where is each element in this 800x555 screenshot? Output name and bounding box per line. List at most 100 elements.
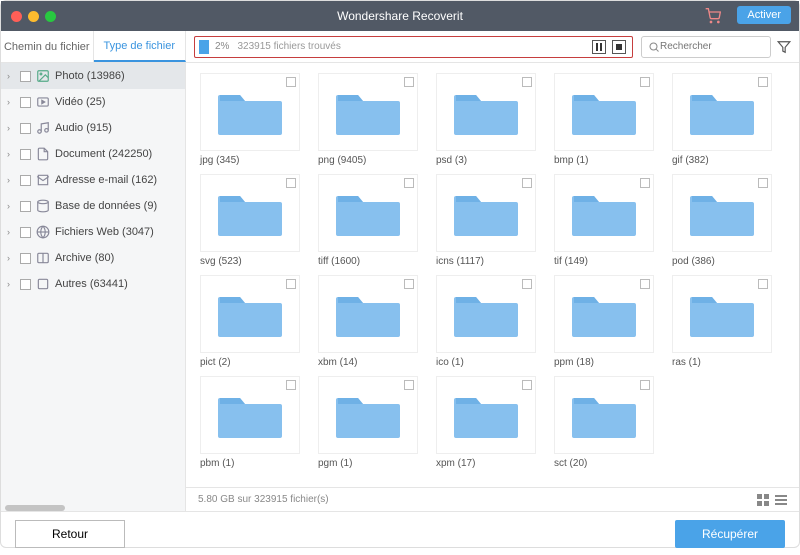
checkbox[interactable] xyxy=(758,178,768,188)
checkbox[interactable] xyxy=(286,279,296,289)
checkbox[interactable] xyxy=(286,380,296,390)
checkbox[interactable] xyxy=(20,175,31,186)
files-found-label: 323915 fichiers trouvés xyxy=(237,41,340,52)
folder-item[interactable]: sct (20) xyxy=(554,376,654,469)
sidebar-item-label: Photo (13986) xyxy=(55,70,125,82)
activate-button[interactable]: Activer xyxy=(737,6,791,24)
sidebar-item[interactable]: ›Adresse e-mail (162) xyxy=(1,167,185,193)
search-box[interactable] xyxy=(641,36,771,58)
checkbox[interactable] xyxy=(640,380,650,390)
checkbox[interactable] xyxy=(404,279,414,289)
folder-icon xyxy=(570,87,638,137)
folder-item[interactable]: pbm (1) xyxy=(200,376,300,469)
checkbox[interactable] xyxy=(640,77,650,87)
checkbox[interactable] xyxy=(286,77,296,87)
tab-file-path[interactable]: Chemin du fichier xyxy=(1,31,94,62)
checkbox[interactable] xyxy=(640,178,650,188)
folder-item[interactable]: xpm (17) xyxy=(436,376,536,469)
folder-label: tif (149) xyxy=(554,256,654,267)
back-button[interactable]: Retour xyxy=(15,520,125,548)
search-input[interactable] xyxy=(660,41,764,52)
folder-icon xyxy=(570,390,638,440)
sidebar-item[interactable]: ›Autres (63441) xyxy=(1,271,185,297)
checkbox[interactable] xyxy=(20,71,31,82)
folder-item[interactable]: tif (149) xyxy=(554,174,654,267)
folder-item[interactable]: icns (1117) xyxy=(436,174,536,267)
minimize-window-button[interactable] xyxy=(28,11,39,22)
folder-item[interactable]: pgm (1) xyxy=(318,376,418,469)
folder-label: icns (1117) xyxy=(436,256,536,267)
checkbox[interactable] xyxy=(20,123,31,134)
folder-thumbnail xyxy=(672,174,772,252)
checkbox[interactable] xyxy=(20,201,31,212)
tab-file-type[interactable]: Type de fichier xyxy=(94,31,187,62)
checkbox[interactable] xyxy=(404,380,414,390)
grid-view-icon[interactable] xyxy=(757,494,769,506)
sidebar-scrollbar[interactable] xyxy=(5,505,65,511)
stop-button[interactable] xyxy=(612,40,626,54)
checkbox[interactable] xyxy=(20,97,31,108)
folder-item[interactable]: jpg (345) xyxy=(200,73,300,166)
progress-percent: 2% xyxy=(215,41,229,52)
folder-item[interactable]: gif (382) xyxy=(672,73,772,166)
folder-item[interactable]: pod (386) xyxy=(672,174,772,267)
checkbox[interactable] xyxy=(640,279,650,289)
checkbox[interactable] xyxy=(404,178,414,188)
checkbox[interactable] xyxy=(404,77,414,87)
folder-icon xyxy=(452,289,520,339)
folder-item[interactable]: bmp (1) xyxy=(554,73,654,166)
sidebar-item[interactable]: ›Base de données (9) xyxy=(1,193,185,219)
sidebar-item[interactable]: ›Document (242250) xyxy=(1,141,185,167)
window-controls xyxy=(11,11,56,22)
folder-item[interactable]: png (9405) xyxy=(318,73,418,166)
chevron-right-icon: › xyxy=(7,123,15,133)
checkbox[interactable] xyxy=(522,77,532,87)
folder-thumbnail xyxy=(200,73,300,151)
checkbox[interactable] xyxy=(758,77,768,87)
sidebar-item[interactable]: › Photo (13986) xyxy=(1,63,185,89)
folder-thumbnail xyxy=(672,73,772,151)
filter-icon[interactable] xyxy=(777,40,791,54)
folder-item[interactable]: xbm (14) xyxy=(318,275,418,368)
list-view-icon[interactable] xyxy=(775,494,787,506)
checkbox[interactable] xyxy=(20,149,31,160)
sidebar-item-label: Document (242250) xyxy=(55,148,152,160)
maximize-window-button[interactable] xyxy=(45,11,56,22)
checkbox[interactable] xyxy=(286,178,296,188)
checkbox[interactable] xyxy=(20,227,31,238)
checkbox[interactable] xyxy=(522,380,532,390)
sidebar-item[interactable]: ›Vidéo (25) xyxy=(1,89,185,115)
folder-label: svg (523) xyxy=(200,256,300,267)
folder-thumbnail xyxy=(554,73,654,151)
checkbox[interactable] xyxy=(20,253,31,264)
folder-label: sct (20) xyxy=(554,458,654,469)
checkbox[interactable] xyxy=(758,279,768,289)
folder-icon xyxy=(216,289,284,339)
folder-item[interactable]: svg (523) xyxy=(200,174,300,267)
pause-button[interactable] xyxy=(592,40,606,54)
folder-icon xyxy=(334,289,402,339)
sidebar-item[interactable]: ›Audio (915) xyxy=(1,115,185,141)
folder-label: ico (1) xyxy=(436,357,536,368)
folder-label: pict (2) xyxy=(200,357,300,368)
folder-item[interactable]: ppm (18) xyxy=(554,275,654,368)
folder-item[interactable]: pict (2) xyxy=(200,275,300,368)
checkbox[interactable] xyxy=(20,279,31,290)
sidebar-item[interactable]: ›Archive (80) xyxy=(1,245,185,271)
cart-icon[interactable] xyxy=(705,8,721,24)
folder-thumbnail xyxy=(436,174,536,252)
sidebar-item[interactable]: ›Fichiers Web (3047) xyxy=(1,219,185,245)
chevron-right-icon: › xyxy=(7,97,15,107)
folder-label: bmp (1) xyxy=(554,155,654,166)
folder-item[interactable]: tiff (1600) xyxy=(318,174,418,267)
checkbox[interactable] xyxy=(522,178,532,188)
content: jpg (345)png (9405)psd (3) bmp (1) gif (38… xyxy=(186,63,799,511)
checkbox[interactable] xyxy=(522,279,532,289)
folder-label: pbm (1) xyxy=(200,458,300,469)
folder-item[interactable]: psd (3) xyxy=(436,73,536,166)
close-window-button[interactable] xyxy=(11,11,22,22)
recover-button[interactable]: Récupérer xyxy=(675,520,785,548)
chevron-right-icon: › xyxy=(7,71,15,81)
folder-item[interactable]: ras (1) xyxy=(672,275,772,368)
folder-item[interactable]: ico (1) xyxy=(436,275,536,368)
